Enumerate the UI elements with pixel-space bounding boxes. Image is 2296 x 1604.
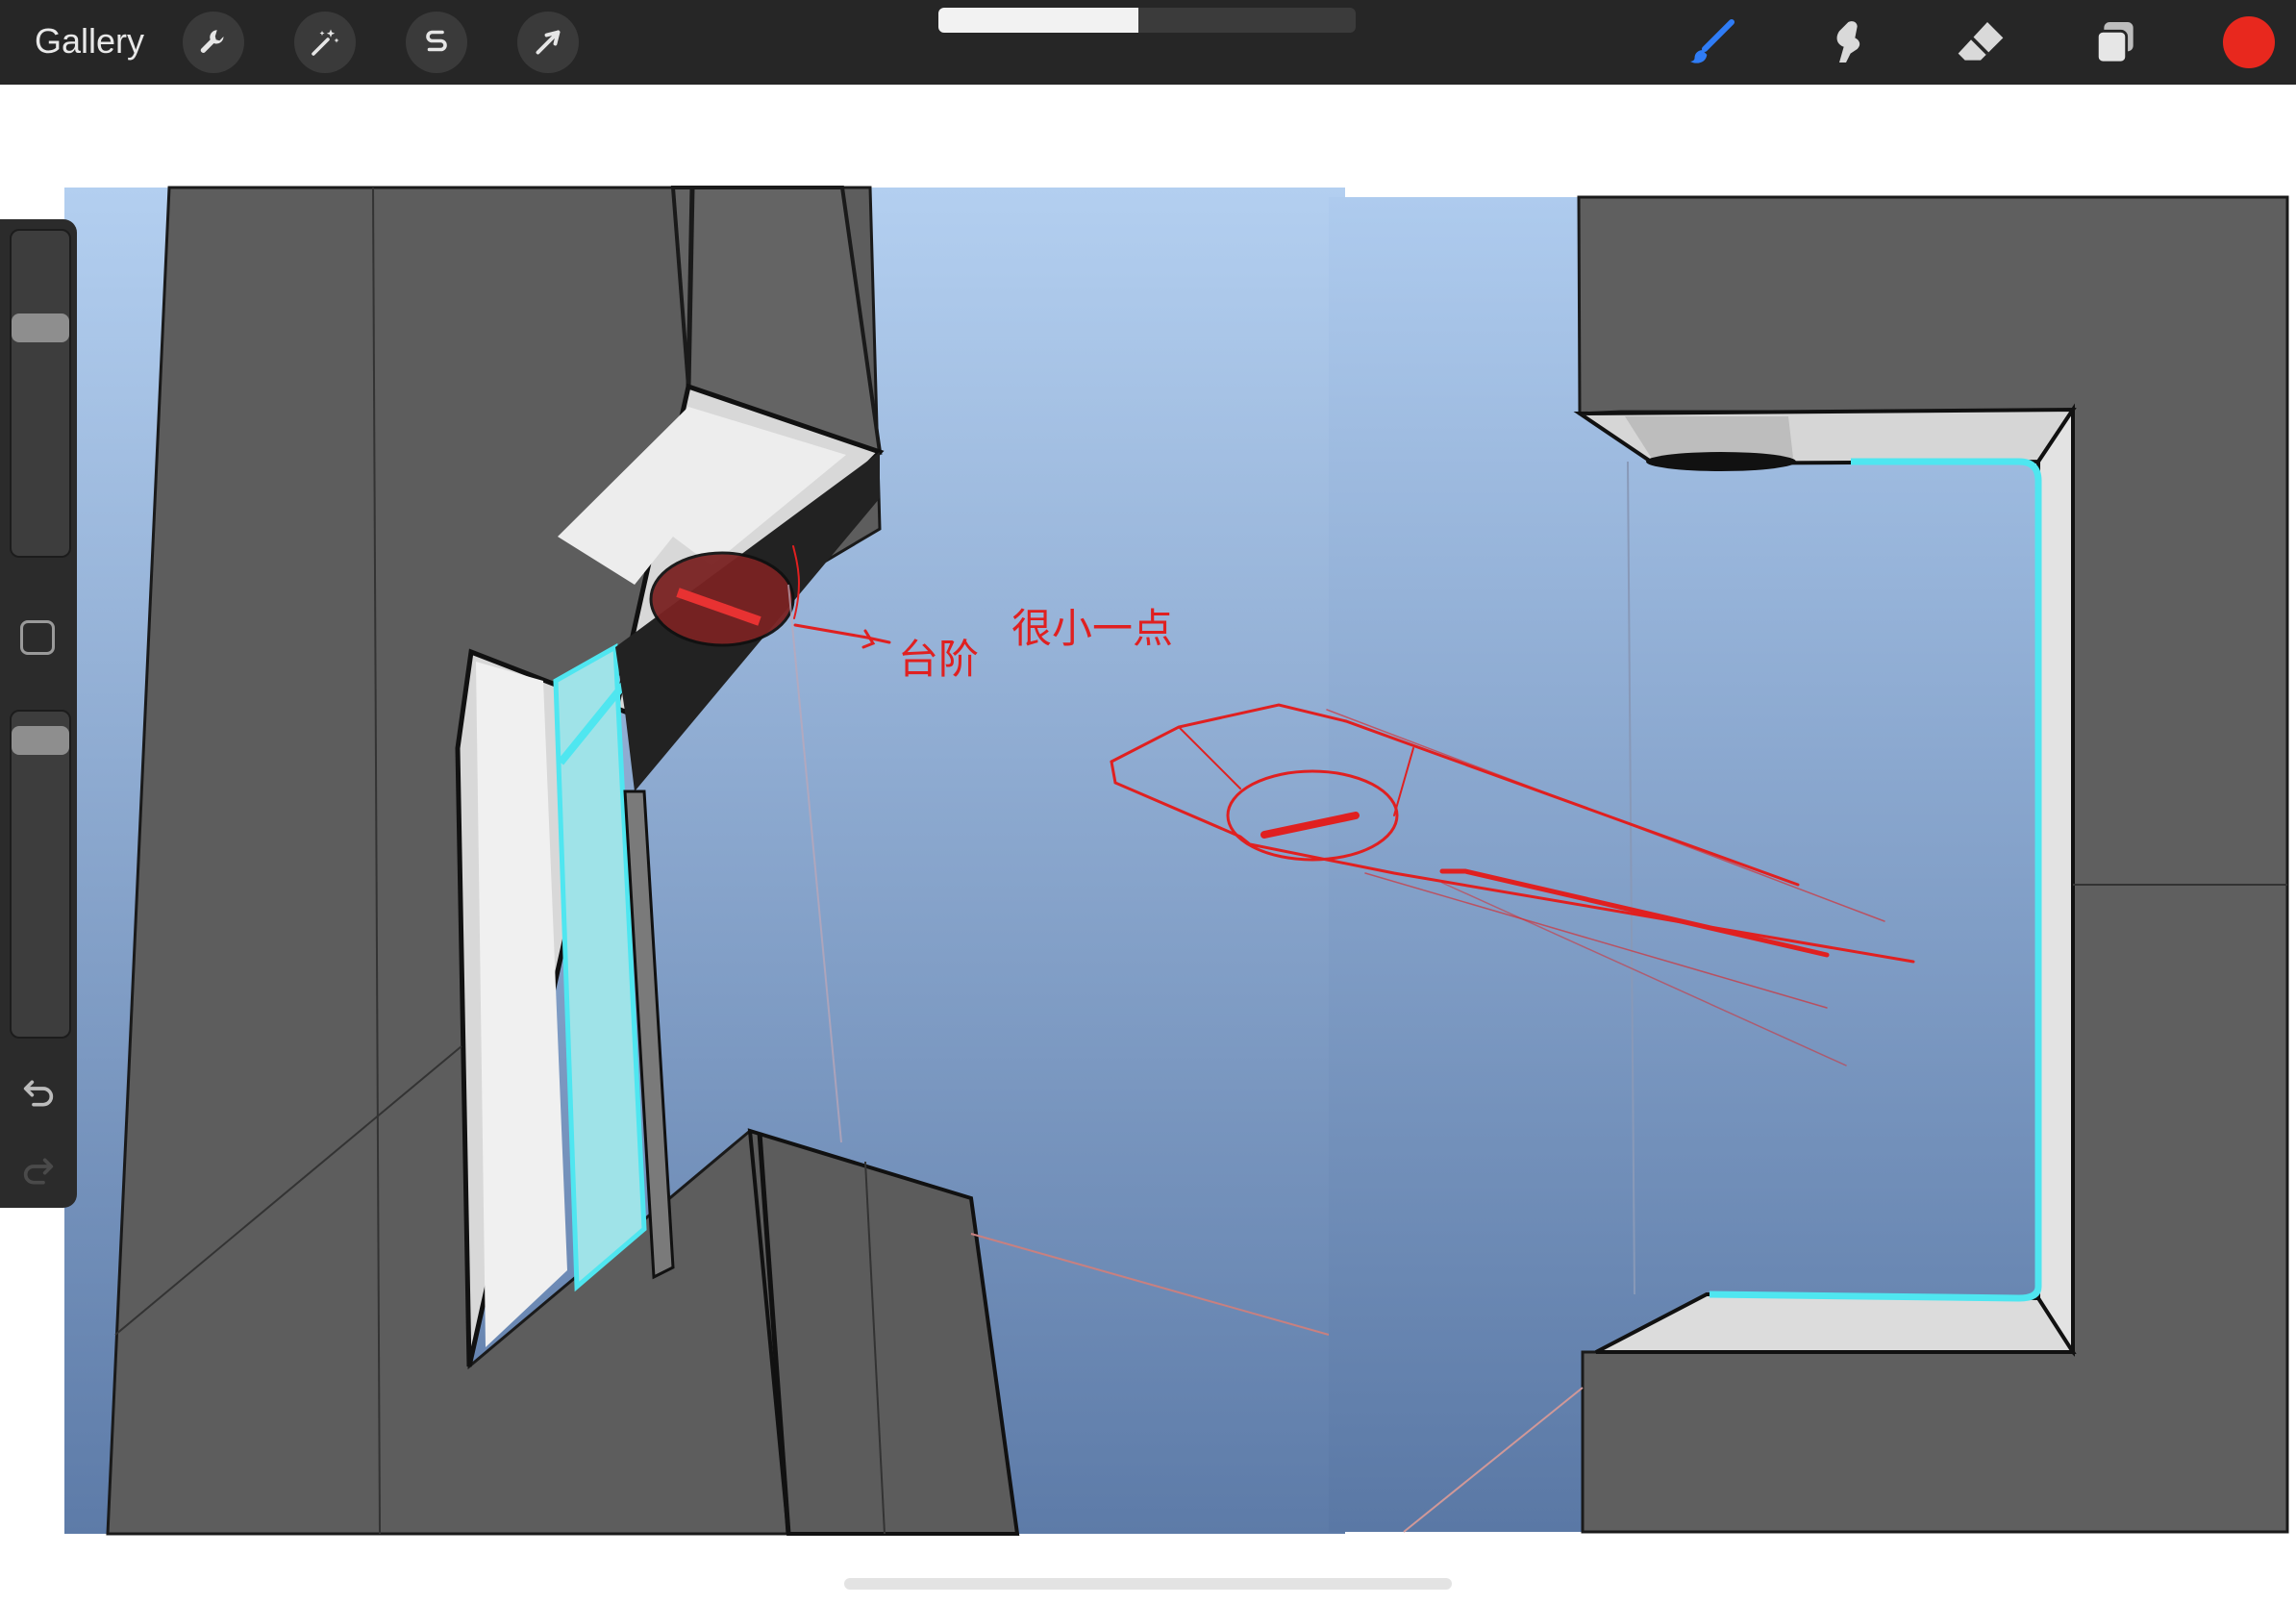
progress-fill bbox=[938, 8, 1139, 33]
canvas-progress-bar bbox=[938, 8, 1356, 33]
redo-arrow-icon[interactable] bbox=[15, 1148, 62, 1194]
brush-sidebar bbox=[0, 219, 77, 1208]
screw-highlight bbox=[649, 551, 795, 647]
annotation-note-label: 很小一点 bbox=[1011, 605, 1173, 652]
left-reference-photo bbox=[64, 186, 1345, 1536]
smudge-finger-icon[interactable] bbox=[1815, 12, 1877, 73]
annotation-step-label: 台阶 bbox=[898, 636, 979, 683]
artwork-svg: 台阶 很小一点 bbox=[64, 186, 2289, 1536]
brush-size-slider[interactable] bbox=[10, 229, 71, 558]
layers-icon[interactable] bbox=[2084, 12, 2146, 73]
color-picker-swatch[interactable] bbox=[2223, 16, 2275, 68]
drawing-canvas[interactable]: 台阶 很小一点 bbox=[0, 85, 2296, 1604]
square-modify-icon[interactable] bbox=[20, 620, 55, 655]
opacity-thumb[interactable] bbox=[12, 726, 69, 755]
right-reference-photo bbox=[1329, 195, 2289, 1534]
opacity-slider[interactable] bbox=[10, 710, 71, 1039]
undo-arrow-icon[interactable] bbox=[15, 1070, 62, 1116]
arrow-cursor-icon[interactable] bbox=[517, 12, 579, 73]
gallery-button[interactable]: Gallery bbox=[35, 19, 144, 63]
selection-s-icon[interactable] bbox=[406, 12, 467, 73]
home-indicator-bar[interactable] bbox=[844, 1578, 1452, 1590]
wrench-icon[interactable] bbox=[183, 12, 244, 73]
eraser-icon[interactable] bbox=[1950, 12, 2011, 73]
top-toolbar: Gallery bbox=[0, 0, 2296, 85]
brush-size-thumb[interactable] bbox=[12, 313, 69, 342]
brush-icon[interactable] bbox=[1681, 12, 1742, 73]
magic-wand-icon[interactable] bbox=[294, 12, 356, 73]
